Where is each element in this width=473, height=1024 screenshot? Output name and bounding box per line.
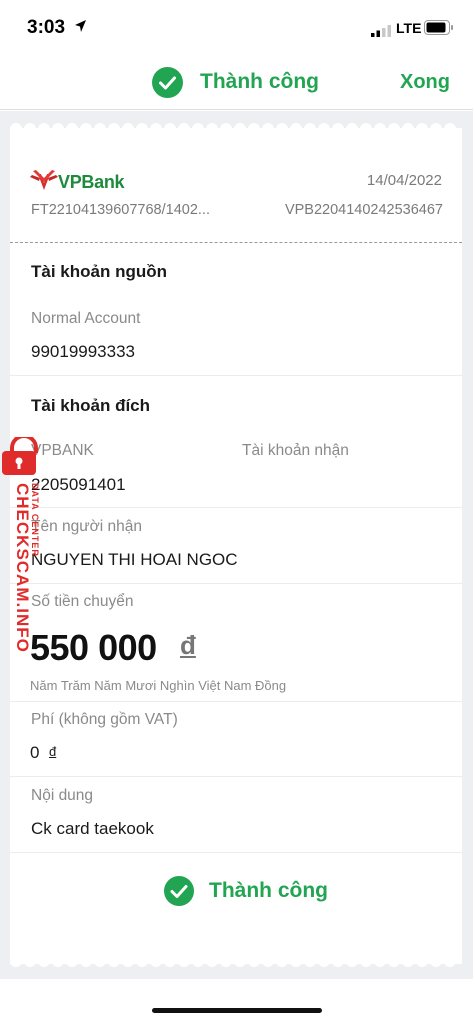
transaction-reference: FT22104139607768/1402... (31, 202, 210, 218)
divider (10, 375, 462, 376)
destination-bank-label: Tài khoản nhận (242, 442, 349, 459)
content-label: Nội dung (31, 787, 94, 804)
amount-label: Số tiền chuyển (31, 593, 134, 610)
bank-logo-text: VPBank (58, 172, 125, 192)
network-type: LTE (396, 20, 422, 36)
recipient-name: NGUYEN THI HOAI NGOC (31, 550, 238, 569)
fee-currency: đ (49, 744, 57, 759)
transaction-id: VPB2204140242536467 (284, 202, 443, 218)
success-check-icon (164, 876, 194, 911)
divider (10, 583, 462, 584)
transaction-date: 14/04/2022 (366, 172, 442, 189)
divider (10, 507, 462, 508)
content-value: Ck card taekook (31, 819, 154, 838)
amount-value: 550 000 (30, 627, 157, 668)
watermark-subtext: DATA CENTER (30, 483, 40, 557)
destination-section-title: Tài khoản đích (31, 396, 151, 415)
fee-label: Phí (không gồm VAT) (31, 711, 178, 728)
receipt-top-edge (10, 123, 462, 134)
done-button[interactable]: Xong (400, 71, 450, 94)
divider (10, 776, 462, 777)
amount-in-words: Năm Trăm Năm Mươi Nghìn Việt Nam Đồng (30, 678, 287, 693)
vpbank-logo-icon (30, 168, 58, 195)
location-arrow-icon (74, 19, 87, 38)
source-section-title: Tài khoản nguồn (31, 262, 167, 281)
home-indicator[interactable] (152, 1008, 322, 1013)
watermark-lock-icon (2, 434, 46, 482)
status-time: 3:03 (27, 17, 66, 38)
divider (10, 852, 462, 853)
amount-currency: đ (180, 630, 196, 660)
status-bar: 3:03 LTE (0, 0, 473, 56)
page-title: Thành công (200, 70, 319, 93)
fee-value: 0 (30, 743, 40, 762)
watermark-text: CHECKSCAM.INFO (13, 483, 32, 653)
recipient-label: Tên người nhận (31, 518, 143, 535)
receipt-bottom-edge (10, 956, 462, 967)
battery-icon (424, 20, 454, 40)
signal-strength-icon (371, 24, 393, 42)
success-check-icon (152, 67, 183, 103)
transaction-status: Thành công (209, 879, 328, 902)
dashed-divider (10, 242, 462, 243)
divider (10, 701, 462, 702)
source-account-number: 99019993333 (31, 342, 136, 361)
source-account-type: Normal Account (31, 310, 141, 327)
